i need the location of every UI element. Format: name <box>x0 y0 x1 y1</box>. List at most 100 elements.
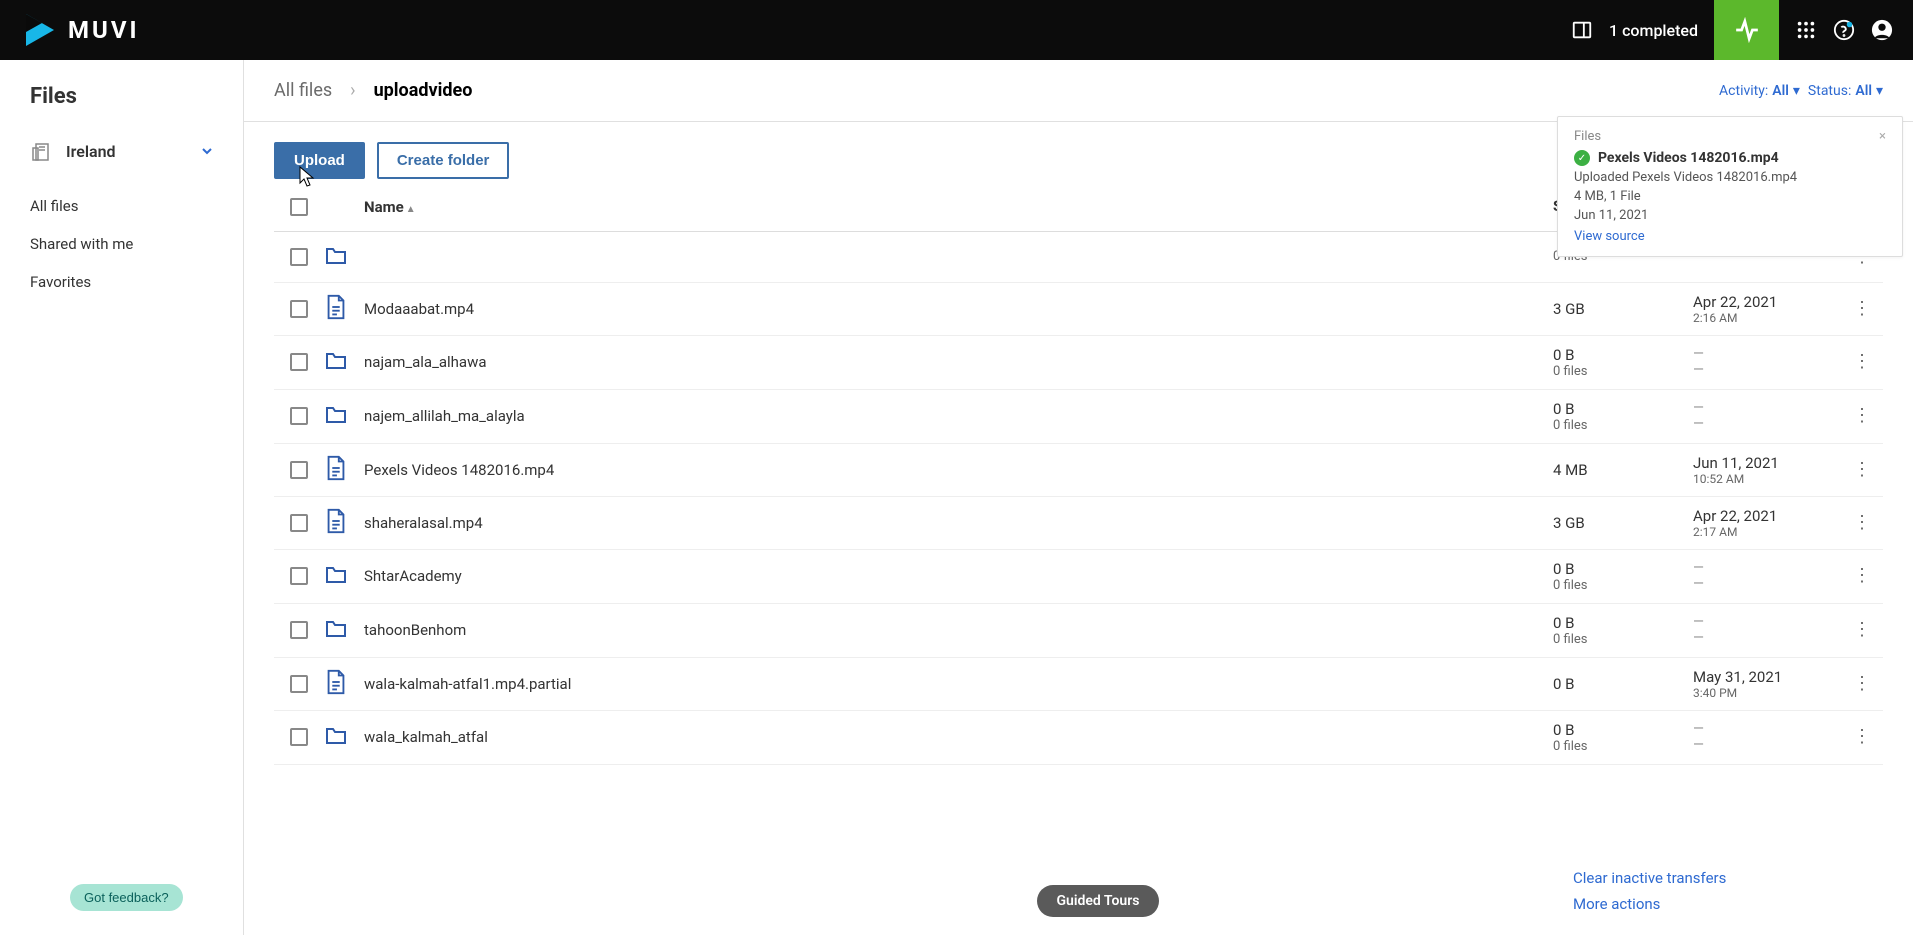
header-left: MUVI <box>20 10 140 50</box>
status-filter[interactable]: Status: All ▾ <box>1808 83 1883 99</box>
completed-count[interactable]: 1 completed <box>1609 21 1698 40</box>
success-check-icon: ✓ <box>1574 150 1590 166</box>
row-time-empty: — <box>1693 737 1853 753</box>
notif-section-label: Files <box>1574 129 1601 144</box>
sidebar: Files Ireland All files Shared with me F… <box>0 60 244 935</box>
row-name: najem_allilah_ma_alayla <box>364 407 525 425</box>
breadcrumb-root[interactable]: All files <box>274 80 332 101</box>
account-icon[interactable] <box>1871 19 1893 41</box>
col-header-name[interactable]: Name▲ <box>364 198 1553 216</box>
activity-icon <box>1734 17 1760 43</box>
row-checkbox[interactable] <box>290 728 308 746</box>
row-size-sub: 0 files <box>1553 578 1693 593</box>
row-checkbox[interactable] <box>290 248 308 266</box>
table-row[interactable]: wala-kalmah-atfal1.mp4.partial0 BMay 31,… <box>274 658 1883 711</box>
sidebar-nav-allfiles[interactable]: All files <box>0 187 243 225</box>
row-more-icon[interactable]: ⋮ <box>1853 413 1883 419</box>
table-row[interactable]: tahoonBenhom0 B0 files——⋮ <box>274 604 1883 658</box>
region-selector[interactable]: Ireland <box>0 129 243 173</box>
table-row[interactable]: Modaaabat.mp43 GBApr 22, 20212:16 AM⋮ <box>274 283 1883 336</box>
logo-icon <box>20 10 60 50</box>
row-time: 2:17 AM <box>1693 525 1853 539</box>
building-icon <box>30 139 54 163</box>
sidebar-title: Files <box>0 84 243 129</box>
activity-filter-value: All <box>1772 83 1789 99</box>
select-all-checkbox[interactable] <box>290 198 308 216</box>
row-time-empty: — <box>1693 362 1853 378</box>
folder-icon <box>324 615 364 645</box>
notif-title: Pexels Videos 1482016.mp4 <box>1598 150 1779 166</box>
guided-tours-button[interactable]: Guided Tours <box>1037 885 1160 917</box>
row-size: 0 B <box>1553 346 1693 364</box>
table-row[interactable]: najem_allilah_ma_alayla0 B0 files——⋮ <box>274 390 1883 444</box>
clear-transfers-link[interactable]: Clear inactive transfers <box>1573 865 1887 891</box>
row-time: 2:16 AM <box>1693 311 1853 325</box>
panel-icon[interactable] <box>1571 19 1593 41</box>
row-checkbox[interactable] <box>290 514 308 532</box>
row-more-icon[interactable]: ⋮ <box>1853 359 1883 365</box>
row-date-empty: — <box>1693 400 1853 416</box>
row-checkbox[interactable] <box>290 675 308 693</box>
chevron-down-icon: ▾ <box>1793 83 1800 99</box>
breadcrumb-row: All files › uploadvideo Activity: All ▾ … <box>244 60 1913 122</box>
view-source-link[interactable]: View source <box>1574 229 1645 244</box>
row-name: ShtarAcademy <box>364 567 462 585</box>
notification-panel: Files × ✓ Pexels Videos 1482016.mp4 Uplo… <box>1557 116 1903 257</box>
row-name: tahoonBenhom <box>364 621 466 639</box>
table-row[interactable]: ShtarAcademy0 B0 files——⋮ <box>274 550 1883 604</box>
row-time: 10:52 AM <box>1693 472 1853 486</box>
row-checkbox[interactable] <box>290 300 308 318</box>
create-folder-button[interactable]: Create folder <box>377 142 510 179</box>
sidebar-nav-shared[interactable]: Shared with me <box>0 225 243 263</box>
row-size: 0 B <box>1553 560 1693 578</box>
upload-button[interactable]: Upload <box>274 142 365 179</box>
row-more-icon[interactable]: ⋮ <box>1853 520 1883 526</box>
table-row[interactable]: shaheralasal.mp4 3 GBApr 22, 20212:17 AM⋮ <box>274 497 1883 550</box>
region-name: Ireland <box>66 142 189 161</box>
chevron-down-icon: ▾ <box>1876 83 1883 99</box>
row-time-empty: — <box>1693 416 1853 432</box>
row-checkbox[interactable] <box>290 621 308 639</box>
table-row[interactable]: Pexels Videos 1482016.mp44 MBJun 11, 202… <box>274 444 1883 497</box>
row-more-icon[interactable]: ⋮ <box>1853 306 1883 312</box>
apps-icon[interactable] <box>1795 19 1817 41</box>
table-row[interactable]: wala_kalmah_atfal0 B0 files——⋮ <box>274 711 1883 765</box>
app-header: MUVI 1 completed <box>0 0 1913 60</box>
status-filter-value: All <box>1855 83 1872 99</box>
table-row[interactable]: najam_ala_alhawa0 B0 files——⋮ <box>274 336 1883 390</box>
file-icon <box>324 508 364 538</box>
row-size: 0 B <box>1553 675 1693 693</box>
row-size-sub: 0 files <box>1553 418 1693 433</box>
row-date: Apr 22, 2021 <box>1693 507 1853 525</box>
row-checkbox[interactable] <box>290 353 308 371</box>
row-size: 0 B <box>1553 721 1693 739</box>
feedback-button[interactable]: Got feedback? <box>70 884 183 911</box>
sidebar-nav-favorites[interactable]: Favorites <box>0 263 243 301</box>
row-checkbox[interactable] <box>290 407 308 425</box>
row-size-sub: 0 files <box>1553 364 1693 379</box>
row-more-icon[interactable]: ⋮ <box>1853 467 1883 473</box>
activity-indicator[interactable] <box>1714 0 1779 60</box>
more-actions-link[interactable]: More actions <box>1573 891 1887 917</box>
row-size: 0 B <box>1553 614 1693 632</box>
notif-line-uploaded: Uploaded Pexels Videos 1482016.mp4 <box>1574 170 1886 185</box>
activity-filter[interactable]: Activity: All ▾ <box>1719 83 1800 99</box>
folder-icon <box>324 401 364 431</box>
close-icon[interactable]: × <box>1879 129 1886 144</box>
file-icon <box>324 294 364 324</box>
logo-text: MUVI <box>68 16 140 44</box>
row-name: Modaaabat.mp4 <box>364 300 474 318</box>
row-more-icon[interactable]: ⋮ <box>1853 734 1883 740</box>
row-name: shaheralasal.mp4 <box>364 514 483 532</box>
row-more-icon[interactable]: ⋮ <box>1853 681 1883 687</box>
row-checkbox[interactable] <box>290 567 308 585</box>
row-size: 3 GB <box>1553 514 1693 532</box>
toolbar-buttons: Upload Create folder <box>274 142 509 179</box>
row-name: Pexels Videos 1482016.mp4 <box>364 461 554 479</box>
row-size: 3 GB <box>1553 300 1693 318</box>
help-icon[interactable] <box>1833 19 1855 41</box>
row-more-icon[interactable]: ⋮ <box>1853 627 1883 633</box>
file-icon <box>324 455 364 485</box>
row-more-icon[interactable]: ⋮ <box>1853 573 1883 579</box>
row-checkbox[interactable] <box>290 461 308 479</box>
